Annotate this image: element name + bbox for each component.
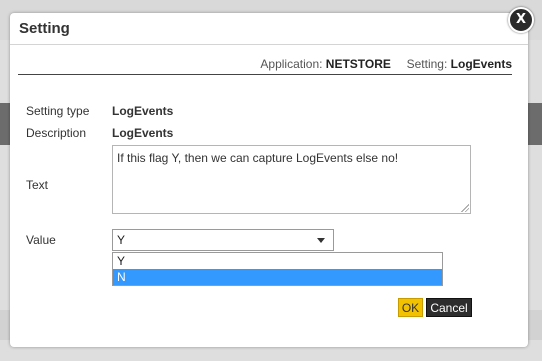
value-dropdown-list: Y N <box>112 252 443 286</box>
setting-type-value: LogEvents <box>112 104 174 118</box>
setting-value: LogEvents <box>450 57 512 71</box>
context-divider <box>18 74 512 75</box>
dialog-title: Setting <box>19 20 70 37</box>
description-value: LogEvents <box>112 126 174 140</box>
value-select-current: Y <box>117 233 126 247</box>
dropdown-option-y[interactable]: Y <box>113 253 442 269</box>
setting-type-label: Setting type <box>26 104 90 118</box>
cancel-button[interactable]: Cancel <box>426 298 472 317</box>
dropdown-option-n[interactable]: N <box>113 269 442 285</box>
application-value: NETSTORE <box>325 57 391 71</box>
text-label: Text <box>26 178 49 192</box>
setting-label: Setting: <box>406 57 448 71</box>
application-label: Application: <box>260 57 323 71</box>
ok-button[interactable]: OK <box>398 298 423 317</box>
text-field[interactable]: If this flag Y, then we can capture LogE… <box>112 145 471 214</box>
title-divider <box>10 44 528 45</box>
setting-dialog: Setting Application: NETSTORE Setting: L… <box>10 13 528 347</box>
context-bar: Application: NETSTORE Setting: LogEvents <box>260 57 512 71</box>
chevron-down-icon[interactable] <box>317 238 325 243</box>
value-select[interactable]: Y <box>112 229 334 251</box>
description-label: Description <box>26 126 87 140</box>
close-icon[interactable]: X <box>508 7 534 33</box>
value-label: Value <box>26 233 56 247</box>
